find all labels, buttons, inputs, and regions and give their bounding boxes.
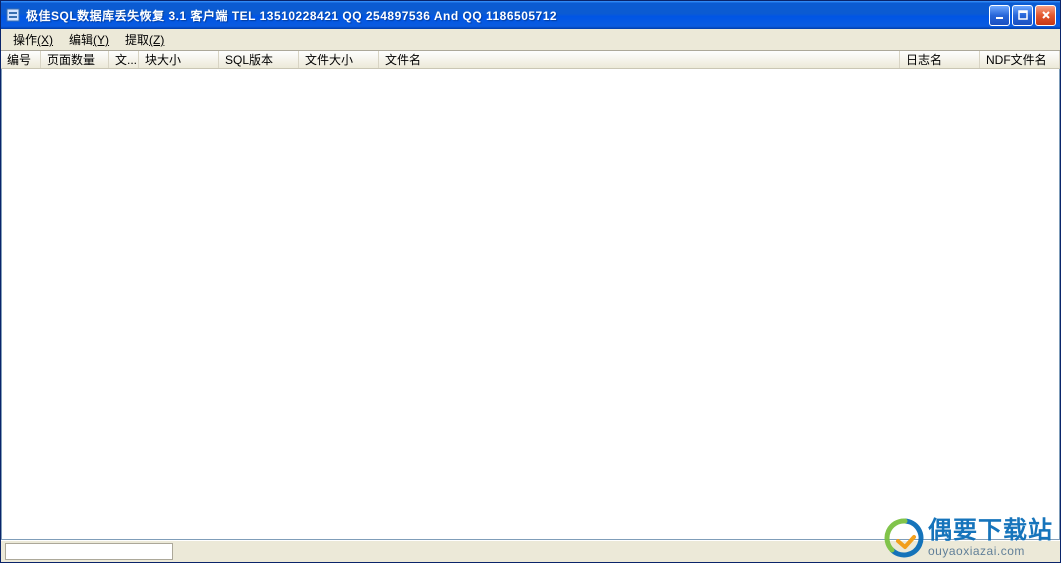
maximize-button[interactable] <box>1012 5 1033 26</box>
menu-operate[interactable]: 操作(X) <box>5 29 61 50</box>
menubar: 操作(X) 编辑(Y) 提取(Z) <box>1 29 1060 51</box>
col-file-name[interactable]: 文件名 <box>379 51 900 68</box>
minimize-button[interactable] <box>989 5 1010 26</box>
menu-extract[interactable]: 提取(Z) <box>117 29 172 50</box>
statusbar <box>1 540 1060 562</box>
col-block-size[interactable]: 块大小 <box>139 51 219 68</box>
close-button[interactable] <box>1035 5 1056 26</box>
col-page-count[interactable]: 页面数量 <box>41 51 109 68</box>
col-sql-version[interactable]: SQL版本 <box>219 51 299 68</box>
col-id[interactable]: 编号 <box>1 51 41 68</box>
status-panel <box>5 543 173 560</box>
col-ndf-file-name[interactable]: NDF文件名 <box>980 51 1060 68</box>
window-controls <box>989 5 1056 26</box>
table-body[interactable] <box>1 69 1060 540</box>
menu-edit[interactable]: 编辑(Y) <box>61 29 117 50</box>
table-header: 编号 页面数量 文... 块大小 SQL版本 文件大小 文件名 日志名 NDF文… <box>1 51 1060 69</box>
col-file-trunc[interactable]: 文... <box>109 51 139 68</box>
main-window: 极佳SQL数据库丢失恢复 3.1 客户端 TEL 13510228421 QQ … <box>0 0 1061 563</box>
titlebar[interactable]: 极佳SQL数据库丢失恢复 3.1 客户端 TEL 13510228421 QQ … <box>1 1 1060 29</box>
app-icon <box>5 7 21 23</box>
window-title: 极佳SQL数据库丢失恢复 3.1 客户端 TEL 13510228421 QQ … <box>26 7 989 24</box>
col-log-name[interactable]: 日志名 <box>900 51 980 68</box>
col-file-size[interactable]: 文件大小 <box>299 51 379 68</box>
